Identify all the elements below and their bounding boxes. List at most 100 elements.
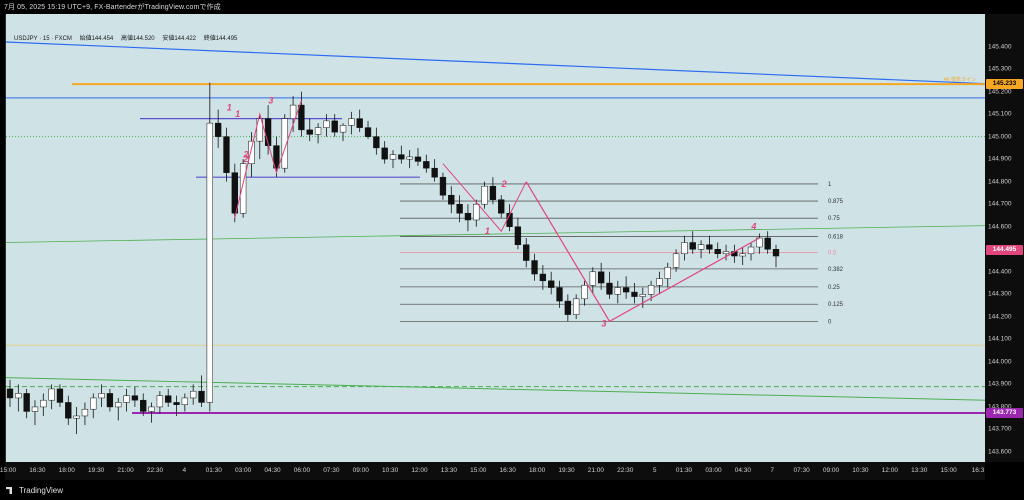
- wave-count-label: 4: [750, 222, 756, 232]
- candle-body: [156, 395, 164, 408]
- candle-body: [123, 395, 130, 403]
- x-tick-label: 16:3: [971, 467, 985, 474]
- x-tick-label: 09:00: [822, 467, 840, 474]
- candle-body: [597, 271, 605, 284]
- x-tick-label: 15:00: [940, 467, 957, 474]
- candle-body: [564, 300, 572, 315]
- candle-body: [56, 388, 64, 403]
- candle-body: [631, 291, 638, 297]
- y-tick-label: 145.000: [988, 133, 1012, 141]
- candle-body: [772, 249, 780, 257]
- footer-bar: TradingView: [0, 480, 1024, 500]
- x-tick-label: 04:30: [734, 467, 751, 474]
- candle-body: [689, 242, 696, 250]
- candle-body: [181, 397, 189, 405]
- x-tick-label: 07:30: [323, 467, 340, 474]
- candle-body: [239, 163, 247, 214]
- x-tick-label: 13:30: [911, 467, 928, 474]
- x-tick-label: 16:30: [29, 467, 46, 474]
- candle-body: [173, 402, 180, 405]
- y-tick-label: 143.900: [988, 380, 1012, 388]
- candle-body: [414, 156, 422, 162]
- fib-level-label: 0.875: [828, 199, 844, 205]
- candle-body: [115, 402, 122, 408]
- y-tick-label: 144.100: [988, 335, 1012, 343]
- fib-level-label: 1: [828, 182, 832, 188]
- candle-body: [622, 287, 630, 293]
- candle-body: [714, 249, 721, 255]
- y-tick-label: 145.300: [988, 65, 1012, 73]
- candle-body: [190, 390, 197, 399]
- candle-body: [31, 406, 39, 412]
- x-tick-label: 18:00: [528, 467, 546, 474]
- time-axis[interactable]: 15:00 16:30 18:00 19:30 21:00 22:30 4 01:30 03:0…: [0, 462, 985, 480]
- plot-area[interactable]: 4h 抵抗ライン 1 0.875 0.75 0.618 0.5 0.382 0.25 0.125…: [5, 14, 987, 462]
- y-tick-label: 144.200: [988, 313, 1012, 321]
- candle-body: [389, 154, 397, 160]
- candle-body: [373, 136, 380, 149]
- x-tick-label: 12:00: [881, 467, 898, 474]
- candle-body: [739, 253, 746, 257]
- candle-body: [764, 237, 771, 250]
- price-badge: 145.233: [986, 79, 1023, 90]
- candle-body: [214, 122, 222, 137]
- tradingview-logo-text: TradingView: [19, 486, 64, 495]
- y-tick-label: 143.600: [988, 448, 1012, 456]
- x-tick-label: 03:00: [705, 467, 722, 474]
- y-tick-label: 143.700: [988, 425, 1012, 433]
- candle-body: [106, 393, 114, 408]
- x-tick-label: 12:00: [411, 467, 428, 474]
- lower-trendline: [6, 377, 986, 401]
- x-tick-label: 03:00: [235, 467, 252, 474]
- price-chart-svg: 4h 抵抗ライン 1 0.875 0.75 0.618 0.5 0.382 0.25 0.125…: [6, 41, 986, 434]
- tradingview-logo[interactable]: TradingView: [6, 486, 63, 495]
- candle-body: [364, 127, 372, 137]
- x-tick-label: 5: [652, 467, 657, 474]
- fib-level-label: 0.618: [828, 234, 844, 240]
- x-tick-label: 07:30: [793, 467, 810, 474]
- price-axis[interactable]: 145.400 145.300 145.200 145.100 145.000 144.9…: [985, 14, 1024, 462]
- fib-level-label: 0.75: [828, 216, 840, 222]
- candle-body: [614, 287, 621, 295]
- candle-body: [339, 125, 347, 133]
- candle-body: [148, 406, 155, 412]
- candle-body: [73, 415, 80, 419]
- y-tick-label: 144.000: [988, 358, 1012, 366]
- candle-body: [681, 242, 688, 255]
- wave-count-label: 1: [485, 226, 490, 236]
- x-tick-label: 13:30: [440, 467, 458, 474]
- candle-body: [331, 120, 338, 133]
- price-badge: 144.495: [986, 245, 1023, 256]
- candle-body: [223, 136, 230, 173]
- y-tick-label: 144.900: [988, 155, 1012, 163]
- candle-body: [489, 185, 497, 200]
- x-tick-label: 09:00: [352, 467, 369, 474]
- ohlc-legend: USDJPY · 15 · FXCM 始値144.454 高値144.520 安…: [14, 33, 243, 42]
- candle-body: [206, 122, 213, 403]
- candle-body: [248, 140, 255, 164]
- x-tick-label: 19:30: [88, 467, 105, 474]
- candle-body: [448, 194, 455, 205]
- candle-body: [697, 244, 705, 250]
- candle-body: [98, 393, 105, 399]
- tradingview-logo-icon: [6, 487, 12, 494]
- wave-count-label: 1: [227, 102, 232, 112]
- candle-body: [548, 280, 555, 288]
- candle-body: [573, 298, 580, 315]
- y-tick-label: 144.700: [988, 200, 1012, 208]
- price-badge: 143.773: [986, 408, 1023, 419]
- candle-body: [398, 154, 405, 160]
- wave-count-label: 3: [601, 319, 606, 329]
- candle-body: [464, 212, 472, 221]
- x-tick-label: 22:30: [146, 467, 164, 474]
- fib-level-label: 0: [828, 319, 832, 325]
- candle-body: [48, 388, 55, 401]
- fib-level-label: 0.25: [828, 285, 840, 291]
- candle-body: [539, 273, 547, 282]
- candle-body: [140, 399, 147, 412]
- candle-body: [406, 156, 413, 160]
- y-tick-label: 144.300: [988, 290, 1012, 298]
- candle-body: [131, 395, 139, 401]
- wave-count-label: 2: [242, 150, 248, 160]
- wave-count-label: 1: [235, 109, 240, 119]
